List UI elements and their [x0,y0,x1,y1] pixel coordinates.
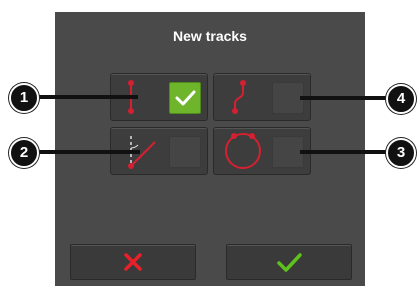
option-circle[interactable] [213,127,311,175]
dialog-title: New tracks [173,28,247,44]
callout-2: 2 [9,138,39,168]
callout-3: 3 [386,138,416,168]
checkmark-icon [175,90,196,106]
close-icon [124,253,142,271]
callout-line-3 [300,150,392,154]
callout-line-2 [28,150,140,154]
callout-line-4 [300,96,392,100]
callout-line-1 [28,95,138,99]
confirm-button[interactable] [226,244,352,280]
callout-4: 4 [386,84,416,114]
a-plus-checkbox[interactable] [169,136,201,168]
cancel-button[interactable] [70,244,196,280]
callout-1: 1 [9,83,39,113]
ab-line-checkbox[interactable] [169,82,201,114]
option-identical-curve[interactable] [213,73,311,121]
checkmark-icon [277,253,302,272]
